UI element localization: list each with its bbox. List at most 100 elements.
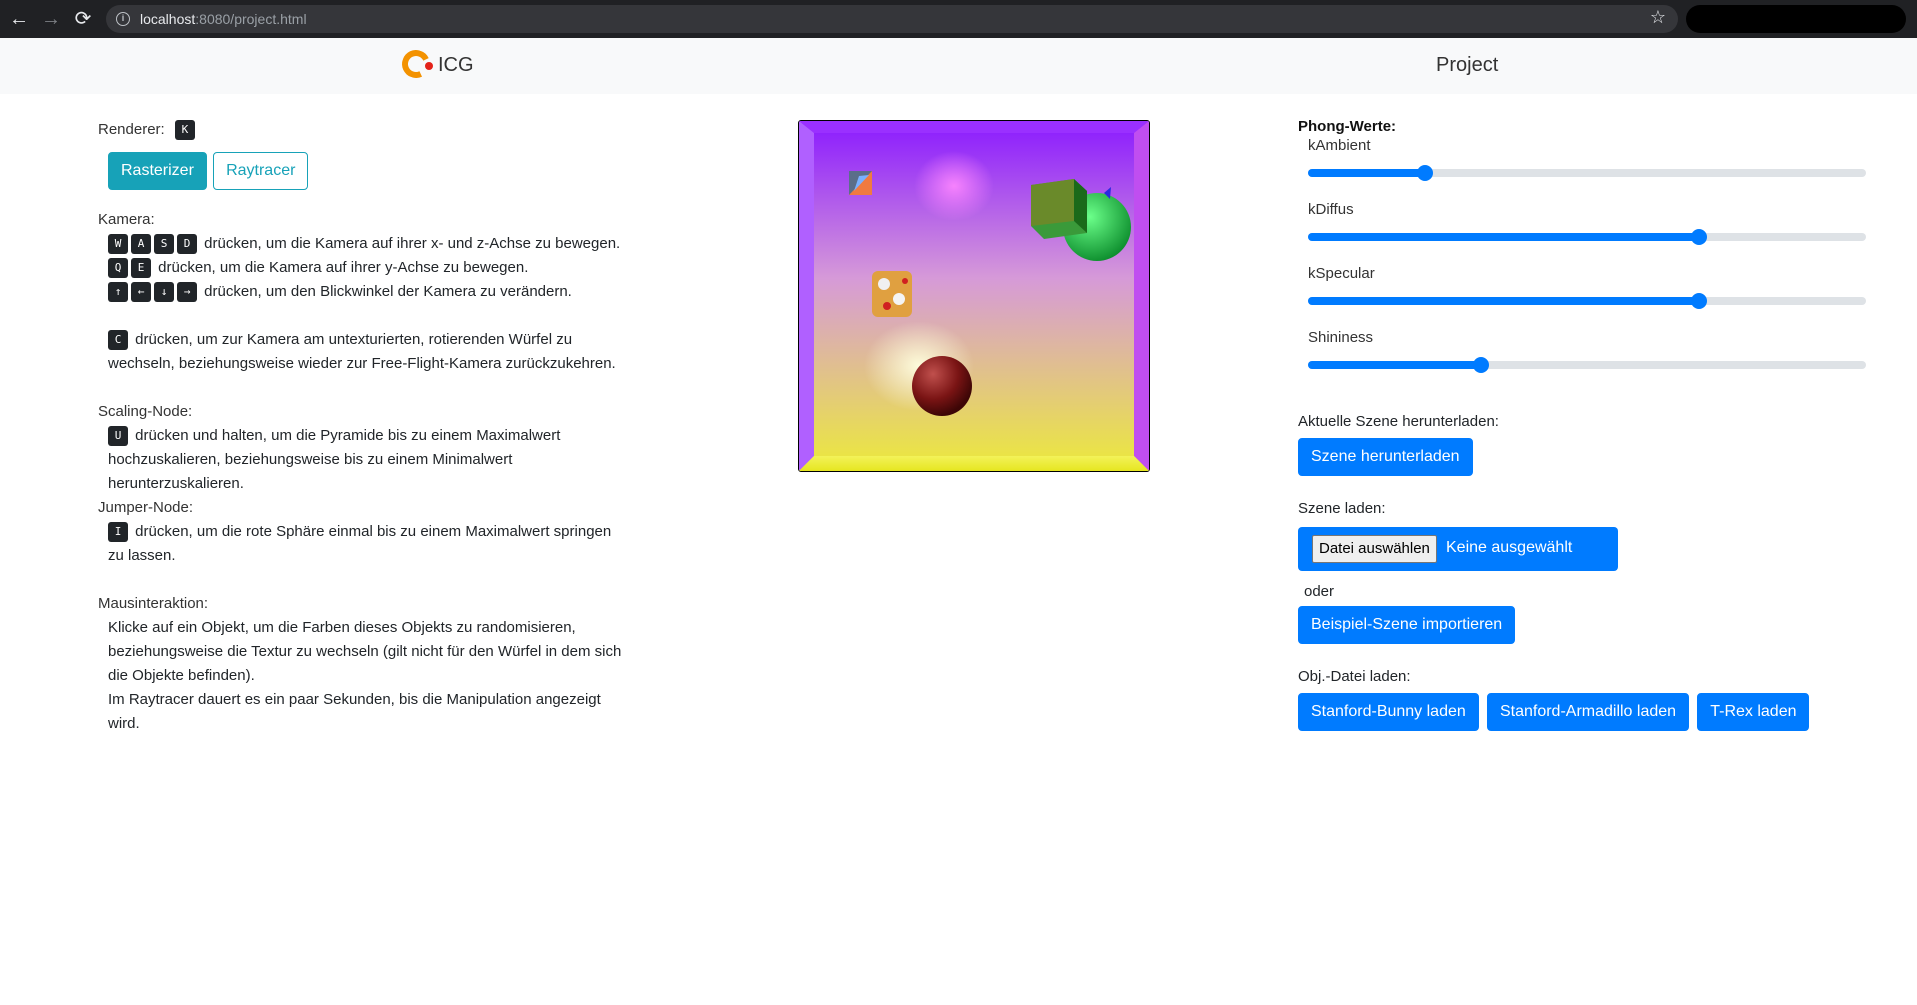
scaling-text-1: drücken und halten, um die Pyramide bis … [135,427,561,444]
logo-dot [425,62,433,70]
kspecular-slider-group: kSpecular [1298,255,1878,319]
jumper-line-1: I drücken, um die rote Sphäre einmal bis… [98,520,658,544]
kambient-label: kAmbient [1308,137,1371,154]
shininess-label: Shininess [1308,329,1374,346]
key-i: I [108,522,128,543]
key-w: W [108,234,128,255]
key-u: U [108,426,128,447]
load-trex-button[interactable]: T-Rex laden [1697,693,1810,731]
obj-buttons: Stanford-Bunny laden Stanford-Armadillo … [1298,693,1878,731]
green-cube[interactable] [1031,179,1087,239]
key-k: K [174,120,195,141]
key-c: C [108,330,128,351]
kspecular-slider-thumb[interactable] [1690,293,1707,309]
url-path: :8080/project.html [195,11,307,27]
url-text: localhost:8080/project.html [140,11,307,27]
bookmark-star-icon[interactable]: ☆ [1650,7,1666,28]
load-bunny-button[interactable]: Stanford-Bunny laden [1298,693,1479,731]
renderer-row: Renderer: K [98,118,658,142]
instructions-panel: Renderer: K Rasterizer Raytracer Kamera:… [98,118,658,736]
textured-cube[interactable] [872,271,912,317]
key-arrow-up: ↑ [108,282,128,303]
forward-arrow-icon[interactable]: → [38,6,64,32]
red-sphere[interactable] [912,356,972,416]
camera-switch-text-2: wechseln, beziehungsweise wieder zur Fre… [108,355,616,372]
kdiffus-slider-group: kDiffus [1298,191,1878,255]
shininess-slider-group: Shininess [1298,319,1878,383]
key-e: E [131,258,151,279]
renderer-label: Renderer: [98,121,165,138]
camera-label: Kamera: [98,211,155,228]
kspecular-slider-fill [1308,297,1699,305]
scaling-text-3: herunterzuskalieren. [108,475,244,492]
jumper-text-1: drücken, um die rote Sphäre einmal bis z… [135,523,612,540]
scaling-line-1: U drücken und halten, um die Pyramide bi… [98,424,658,448]
kambient-slider-thumb[interactable] [1417,165,1434,181]
mouse-label: Mausinteraktion: [98,595,209,612]
site-info-icon[interactable]: i [116,12,130,26]
page-header: ICG Project [0,38,1917,94]
kdiffus-slider-fill [1308,233,1699,241]
shininess-slider[interactable] [1308,357,1866,373]
mouse-text-5: wird. [108,715,140,732]
kambient-slider-fill [1308,169,1426,177]
camera-line-3-text: drücken, um den Blickwinkel der Kamera z… [204,283,572,300]
camera-switch-text-1: drücken, um zur Kamera am untexturierten… [135,331,573,348]
load-label: Szene laden: [1298,500,1386,517]
reload-icon[interactable]: ⟳ [70,6,96,32]
kspecular-label: kSpecular [1308,265,1375,282]
shininess-slider-thumb[interactable] [1472,357,1489,373]
camera-line-1-text: drücken, um die Kamera auf ihrer x- und … [204,235,621,252]
back-arrow-icon[interactable]: ← [6,6,32,32]
obj-label: Obj.-Datei laden: [1298,668,1411,685]
brand-name: ICG [438,54,474,76]
render-canvas[interactable] [798,120,1150,472]
key-arrow-down: ↓ [154,282,174,303]
address-bar[interactable]: i localhost:8080/project.html ☆ [106,5,1678,33]
or-text: oder [1304,583,1335,600]
download-scene-button[interactable]: Szene herunterladen [1298,438,1473,476]
key-arrow-right: → [177,282,197,303]
kdiffus-label: kDiffus [1308,201,1354,218]
key-d: D [177,234,197,255]
browser-toolbar: ← → ⟳ i localhost:8080/project.html ☆ [0,0,1917,38]
kambient-slider[interactable] [1308,165,1866,181]
mouse-text-4: Im Raytracer dauert es ein paar Sekunden… [108,691,601,708]
kdiffus-slider[interactable] [1308,229,1866,245]
scaling-text-2: hochzuskalieren, beziehungsweise bis zu … [108,451,513,468]
key-arrow-left: ← [131,282,151,303]
scene-render[interactable] [799,121,1149,471]
jumper-text-2: zu lassen. [108,547,176,564]
camera-line-2: QE drücken, um die Kamera auf ihrer y-Ac… [98,256,658,280]
download-row: Szene herunterladen [1298,438,1878,476]
camera-line-2-text: drücken, um die Kamera auf ihrer y-Achse… [158,259,529,276]
key-a: A [131,234,151,255]
load-armadillo-button[interactable]: Stanford-Armadillo laden [1486,693,1690,731]
pyramid[interactable] [849,171,872,195]
redacted-profile [1686,5,1906,33]
mouse-text-3: die Objekte befinden). [108,667,255,684]
import-example-scene-button[interactable]: Beispiel-Szene importieren [1298,606,1516,644]
url-host: localhost [140,11,196,27]
example-row: Beispiel-Szene importieren [1298,606,1878,644]
key-q: Q [108,258,128,279]
mouse-text-1: Klicke auf ein Objekt, um die Farben die… [108,619,576,636]
file-input[interactable]: Datei auswählen Keine ausgewählt [1298,527,1618,571]
rasterizer-button[interactable]: Rasterizer [108,152,207,190]
scaling-label: Scaling-Node: [98,403,193,420]
camera-switch-line-1: C drücken, um zur Kamera am untexturiert… [98,328,658,352]
renderer-buttons: Rasterizer Raytracer [108,152,658,190]
kspecular-slider[interactable] [1308,293,1866,309]
raytracer-button[interactable]: Raytracer [213,152,309,190]
choose-file-button[interactable]: Datei auswählen [1312,535,1437,563]
camera-line-1: WASD drücken, um die Kamera auf ihrer x-… [98,232,658,256]
camera-line-3: ↑ ← ↓ → drücken, um den Blickwinkel der Kam… [98,280,658,304]
kambient-slider-group: kAmbient [1298,127,1878,191]
download-label: Aktuelle Szene herunterladen: [1298,413,1499,430]
jumper-label: Jumper-Node: [98,499,194,516]
kdiffus-slider-thumb[interactable] [1690,229,1707,245]
page-title: Project [1436,54,1499,76]
